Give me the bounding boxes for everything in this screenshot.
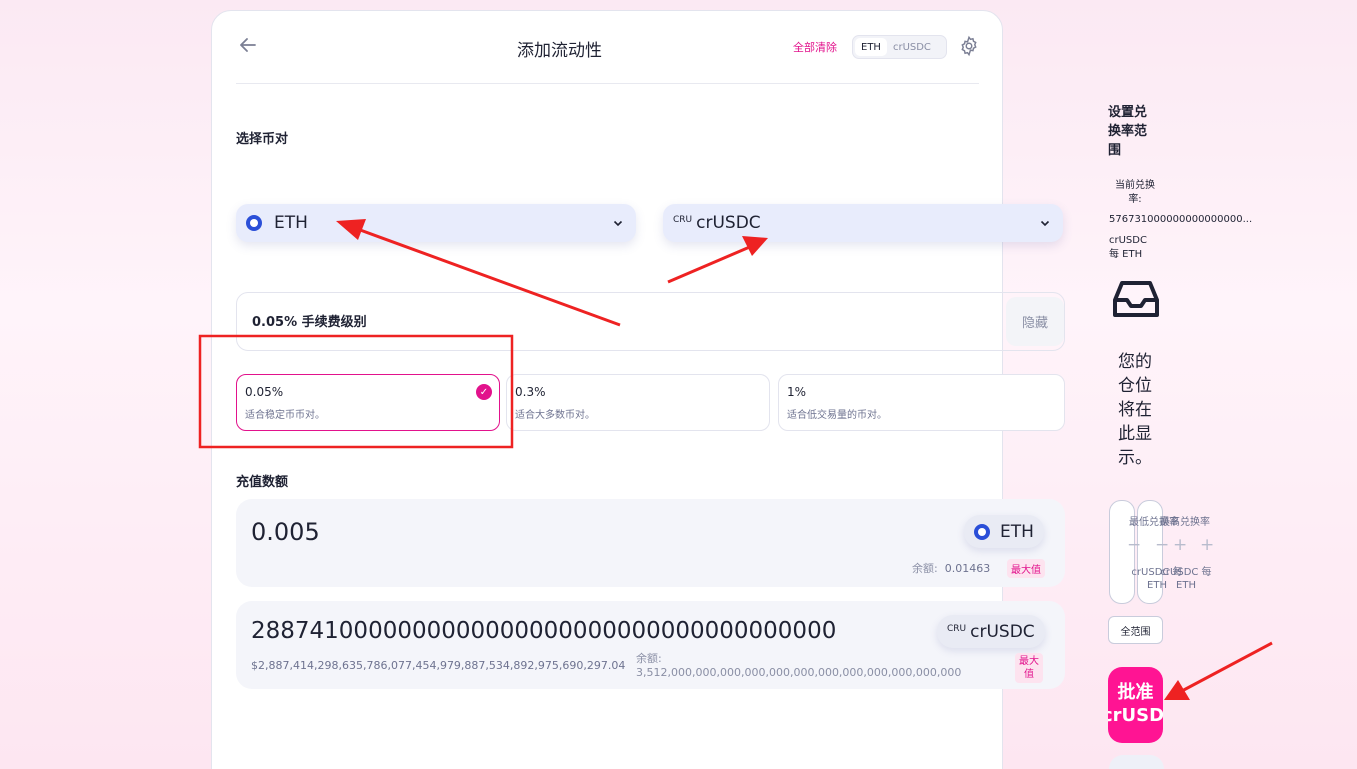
deposit-a-token: ETH: [964, 515, 1044, 548]
deposit-a-token-symbol: ETH: [1000, 521, 1034, 542]
fee-tier-value: 0.05%: [245, 385, 284, 399]
fee-tier-value: 0.3%: [515, 385, 546, 399]
max-price-decrement-button[interactable]: −: [1155, 535, 1169, 555]
empty-position-message: 您的 仓位 将在 此显 示。: [1118, 350, 1158, 470]
unit-line: ETH: [1176, 580, 1196, 591]
deposit-amount-label: 充值数额: [236, 475, 289, 490]
token-b-select[interactable]: CRU crUSDC: [663, 204, 1063, 242]
crusdc-token-icon: CRU: [947, 623, 967, 634]
title-line: 换率范: [1108, 124, 1148, 139]
token-order-toggle[interactable]: ETH crUSDC: [852, 35, 947, 59]
balance-label: 余额:: [636, 652, 662, 665]
max-label-line: 最大: [1019, 656, 1039, 667]
fee-tier-description: 适合稳定币币对。: [245, 410, 325, 421]
min-price-increment-button[interactable]: +: [1173, 535, 1187, 555]
deposit-b-panel: 2887410000000000000000000000000000000000…: [236, 601, 1065, 689]
deposit-b-balance: 余额: 3,512,000,000,000,000,000,000,000,00…: [636, 652, 1014, 680]
fee-tier-title: 0.05% 手续费级别: [252, 315, 367, 330]
button-label-line: 批准: [1117, 682, 1154, 703]
eth-token-icon: [246, 215, 262, 231]
annotation-arrow-head: [1164, 680, 1190, 700]
deposit-a-input[interactable]: 0.005: [251, 518, 320, 546]
max-price-unit: crUSDC 每 ETH: [1158, 566, 1214, 592]
approve-crusdc-button[interactable]: 批准 crUSDC: [1108, 667, 1163, 743]
min-price-decrement-button[interactable]: −: [1127, 535, 1141, 555]
price-range-title: 设置兑 换率范 围: [1108, 103, 1156, 160]
add-liquidity-card: 添加流动性 全部清除 ETH crUSDC 选择币对 ETH CRU crUSD…: [211, 10, 1065, 769]
fee-tier-option-0-3[interactable]: 0.3% 适合大多数币对。: [506, 374, 770, 431]
fee-tier-option-0-05[interactable]: 0.05% 适合稳定币币对。 ✓: [236, 374, 500, 431]
label-line: 率:: [1128, 194, 1142, 205]
deposit-a-panel: 0.005 ETH 余额: 0.01463 最大值: [236, 499, 1065, 587]
max-label-line: 值: [1024, 669, 1034, 680]
hide-fee-tiers-button[interactable]: 隐藏: [1006, 297, 1064, 346]
current-price-unit: crUSDC 每 ETH: [1109, 234, 1147, 262]
title-line: 设置兑: [1108, 105, 1148, 120]
title-line: 围: [1108, 143, 1122, 158]
deposit-b-max-button[interactable]: 最大 值: [1015, 653, 1043, 683]
fee-tier-description: 适合低交易量的币对。: [787, 410, 887, 421]
annotation-arrow-shaft: [1179, 641, 1273, 694]
inbox-icon: [1113, 281, 1159, 317]
fee-tier-summary: 0.05% 手续费级别 隐藏: [236, 292, 1065, 351]
message-line: 仓位: [1118, 376, 1152, 396]
deposit-b-input[interactable]: 2887410000000000000000000000000000000000: [251, 618, 836, 644]
balance-value: 3,512,000,000,000,000,000,000,000,000,00…: [636, 666, 962, 679]
message-line: 示。: [1118, 448, 1152, 468]
toggle-eth[interactable]: ETH: [855, 38, 887, 56]
toggle-crusdc[interactable]: crUSDC: [887, 38, 937, 56]
balance-label: 余额:: [912, 562, 938, 575]
fee-tier-option-1[interactable]: 1% 适合低交易量的币对。: [778, 374, 1065, 431]
unit-line: crUSDC 每: [1160, 567, 1212, 578]
token-a-select[interactable]: ETH: [236, 204, 636, 242]
secondary-button[interactable]: [1109, 755, 1164, 769]
eth-token-icon: [974, 523, 990, 540]
max-price-label: 最高兑换率: [1160, 517, 1210, 528]
token-b-symbol: crUSDC: [696, 213, 761, 233]
fee-tier-value: 1%: [787, 385, 807, 399]
current-price-label: 当前兑换 率:: [1110, 179, 1160, 207]
message-line: 将在: [1118, 400, 1152, 420]
deposit-b-usd-value: $2,887,414,298,635,786,077,454,979,887,5…: [251, 659, 626, 672]
message-line: 您的: [1118, 352, 1152, 372]
unit-line: 每 ETH: [1109, 249, 1143, 260]
deposit-a-max-button[interactable]: 最大值: [1007, 559, 1045, 578]
unit-line: crUSDC: [1109, 235, 1147, 246]
balance-value: 0.01463: [944, 562, 991, 575]
header-divider: [236, 83, 979, 84]
chevron-down-icon: [613, 220, 623, 227]
full-range-button[interactable]: 全范围: [1108, 616, 1163, 644]
token-a-symbol: ETH: [274, 213, 308, 233]
clear-all-button[interactable]: 全部清除: [793, 39, 837, 55]
label-line: 当前兑换: [1115, 180, 1155, 191]
check-icon: ✓: [476, 384, 492, 400]
deposit-a-balance: 余额: 0.01463: [912, 560, 990, 576]
deposit-b-token-symbol: crUSDC: [970, 621, 1035, 642]
button-label-line: crUSDC: [1108, 705, 1163, 726]
message-line: 此显: [1118, 424, 1152, 444]
select-pair-label: 选择币对: [236, 132, 289, 147]
fee-tier-description: 适合大多数币对。: [515, 410, 595, 421]
crusdc-token-icon: CRU: [673, 215, 693, 225]
max-price-increment-button[interactable]: +: [1200, 535, 1214, 555]
deposit-b-token: CRU crUSDC: [937, 615, 1045, 648]
current-price-value: 576731000000000000000...: [1109, 214, 1253, 225]
chevron-down-icon: [1040, 220, 1050, 227]
gear-icon[interactable]: [958, 35, 980, 57]
